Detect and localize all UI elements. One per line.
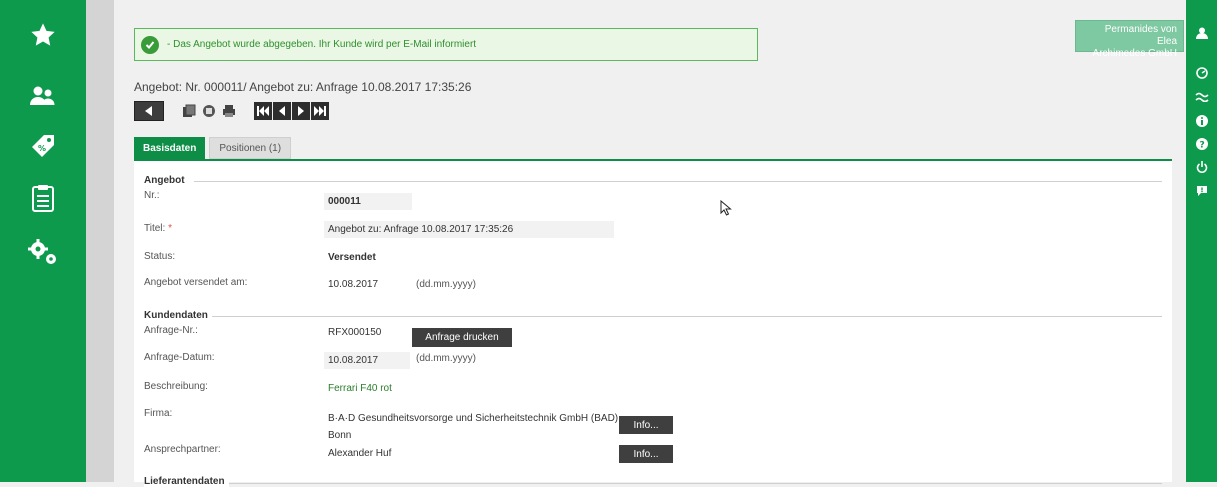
anfrage-datum-label: Anfrage-Datum: [144,352,215,363]
svg-text:%: % [38,144,46,153]
sidebar-divider [86,0,114,482]
wave-icon[interactable] [1186,86,1217,108]
ansprechpartner-info-button[interactable]: Info... [619,445,673,463]
firma-line2: Bonn [328,430,352,441]
beschreibung-label: Beschreibung: [144,381,208,392]
status-label: Status: [144,251,176,262]
versendet-date-hint: (dd.mm.yyyy) [416,279,476,290]
info-icon[interactable] [1186,110,1217,132]
next-record-icon[interactable] [292,102,310,120]
firma-value: B·A·D Gesundheitsvorsorge und Sicherheit… [328,410,621,444]
anfrage-nr-label: Anfrage-Nr.: [144,325,198,336]
user-icon[interactable] [1186,22,1217,44]
nr-value: 000011 [324,193,412,210]
section-title-angebot: Angebot [144,175,189,186]
titel-label: Titel: * [144,223,172,234]
titel-value: Angebot zu: Anfrage 10.08.2017 17:35:26 [324,221,614,238]
firma-label: Firma: [144,408,173,419]
clipboard-icon[interactable] [0,178,86,218]
previous-record-icon[interactable] [273,102,291,120]
titel-label-text: Titel: [144,223,166,234]
record-toolbar [134,100,330,122]
anfrage-nr-value: RFX000150 [328,327,382,338]
tab-positionen[interactable]: Positionen (1) [209,137,292,159]
anfrage-datum-hint: (dd.mm.yyyy) [416,353,476,364]
section-divider [212,316,1162,317]
page-title: Angebot: Nr. 000011/ Angebot zu: Anfrage… [134,80,472,94]
section-divider [194,181,1162,182]
right-sidebar: ? [1186,0,1217,482]
section-divider [228,483,1162,484]
ansprechpartner-label: Ansprechpartner: [144,444,221,455]
status-value: Versendet [328,252,376,263]
price-tags-icon[interactable]: % [0,126,86,166]
tab-basisdaten[interactable]: Basisdaten [134,137,206,159]
beschreibung-value: Ferrari F40 rot [328,383,392,394]
feedback-icon[interactable] [1186,180,1217,202]
star-icon[interactable] [0,15,86,55]
ansprechpartner-value: Alexander Huf [328,448,392,459]
svg-text:?: ? [1199,141,1204,151]
check-circle-icon [141,35,159,54]
print-icon[interactable] [220,102,238,120]
required-marker: * [168,223,172,234]
firma-line1: B·A·D Gesundheitsvorsorge und Sicherheit… [328,413,621,424]
company-line1: Permanides von Elea [1104,24,1177,47]
anfrage-drucken-button[interactable]: Anfrage drucken [412,328,512,347]
convert-document-icon[interactable] [200,102,218,120]
success-notice: - Das Angebot wurde abgegeben. Ihr Kunde… [134,28,758,61]
anfrage-datum-value: 10.08.2017 [324,352,410,369]
tab-bar: Basisdaten Positionen (1) [134,137,295,159]
left-sidebar: % [0,0,86,482]
last-record-icon[interactable] [311,102,329,120]
versendet-value: 10.08.2017 [328,279,379,290]
section-title-kundendaten: Kundendaten [144,310,212,321]
help-icon[interactable]: ? [1186,133,1217,155]
users-icon[interactable] [0,76,86,116]
settings-gears-icon[interactable] [0,232,86,272]
form-panel: Angebot Nr.: 000011 Titel: * Angebot zu:… [134,159,1172,487]
versendet-label: Angebot versendet am: [144,277,248,288]
notice-text: - Das Angebot wurde abgegeben. Ihr Kunde… [167,39,477,50]
company-line2: Archimedes GmbH [1092,48,1177,59]
back-button[interactable] [134,101,164,121]
dashboard-icon[interactable] [1186,62,1217,84]
first-record-icon[interactable] [254,102,272,120]
mouse-cursor-icon [720,199,732,219]
copy-document-icon[interactable] [180,102,198,120]
nr-label: Nr.: [144,190,160,201]
firma-info-button[interactable]: Info... [619,416,673,434]
power-icon[interactable] [1186,156,1217,178]
company-badge[interactable]: Permanides von Elea Archimedes GmbH [1075,20,1184,59]
